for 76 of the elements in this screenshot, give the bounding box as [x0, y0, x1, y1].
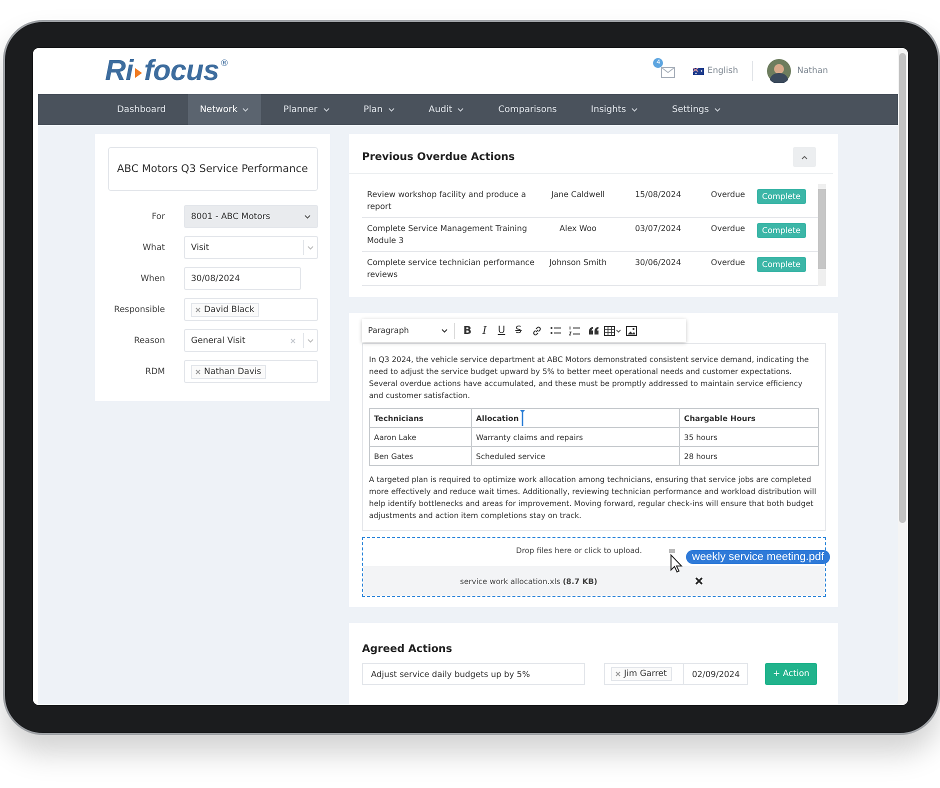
remove-icon[interactable]	[695, 577, 704, 585]
registered-mark: ®	[220, 58, 229, 69]
action-field[interactable]: Adjust service daily budgets up by 5%	[362, 663, 585, 685]
remove-icon	[615, 671, 621, 677]
tag-chip[interactable]: Nathan Davis	[191, 364, 266, 378]
table-cell-text: Johnson Smith	[548, 257, 608, 269]
date-field[interactable]: 02/09/2024	[684, 663, 748, 685]
table-cell-text: 15/08/2024	[634, 189, 682, 201]
scrollbar[interactable]	[818, 184, 826, 286]
select-field[interactable]: Visit	[184, 236, 318, 259]
dragged-file-label: weekly service meeting.pdf	[686, 550, 830, 564]
field-label: What	[142, 242, 165, 252]
logo-text: Ri	[105, 54, 133, 88]
numbered-list-icon[interactable]	[569, 326, 580, 336]
caret-icon	[307, 245, 314, 250]
table-cell-text: Complete service technician performance reviews	[367, 257, 536, 281]
italic-button[interactable]: I	[476, 324, 493, 337]
tag-field[interactable]: Nathan Davis	[184, 360, 318, 383]
table-cell-text: Overdue	[710, 223, 746, 235]
play-icon	[134, 67, 143, 80]
user-name[interactable]: Nathan	[797, 66, 828, 76]
nav-tab[interactable]: Comparisons	[486, 94, 569, 125]
field-label: RDM	[144, 366, 165, 376]
table-cell-text: Overdue	[710, 257, 746, 269]
select-field[interactable]: 8001 - ABC Motors	[184, 205, 318, 228]
scrollbar[interactable]	[898, 48, 908, 705]
strike-button[interactable]: S	[510, 325, 527, 336]
underline-button[interactable]: U	[493, 325, 510, 336]
select-field[interactable]: General Visit	[184, 329, 318, 352]
remove-icon	[290, 338, 296, 344]
date-field[interactable]: 30/08/2024	[184, 267, 301, 290]
card-title: Previous Overdue Actions	[362, 151, 515, 163]
link-icon[interactable]	[532, 326, 542, 336]
nav-tab[interactable]: Insights	[578, 94, 650, 125]
paragraph-dropdown[interactable]: Paragraph	[368, 326, 454, 335]
table-cell-text: 03/07/2024	[634, 223, 682, 235]
editor-area[interactable]	[362, 343, 826, 531]
nav-tab[interactable]: Planner	[271, 94, 342, 125]
tag-field[interactable]: David Black	[184, 298, 318, 321]
nav-tab[interactable]: Dashboard	[105, 94, 178, 125]
tag-chip[interactable]: David Black	[191, 302, 260, 316]
bold-button[interactable]: B	[459, 324, 476, 337]
language-link[interactable]: English	[707, 66, 738, 76]
cursor-drawing	[668, 549, 684, 575]
logo-text: focus	[144, 54, 219, 88]
caret-icon	[307, 338, 314, 343]
bullet-list-icon[interactable]	[550, 326, 561, 335]
table-cell-text: Overdue	[710, 189, 746, 201]
flag-icon	[693, 68, 704, 75]
table-cell-text: 30/06/2024	[634, 257, 682, 269]
tag-chip[interactable]: Jim Garret	[611, 667, 672, 681]
nav-tab[interactable]: Settings	[660, 94, 733, 125]
table-cell-text: Alex Woo	[558, 223, 598, 235]
assignee-field[interactable]: Jim Garret	[604, 663, 684, 685]
field-label: When	[140, 274, 165, 284]
nav-tab[interactable]: Network	[188, 94, 262, 125]
caret-icon	[441, 328, 448, 333]
title-field[interactable]: ABC Motors Q3 Service Performance	[108, 147, 318, 191]
remove-icon	[195, 306, 201, 312]
image-icon[interactable]	[626, 326, 637, 336]
field-label: Responsible	[113, 304, 165, 314]
nav-tab[interactable]: Plan	[352, 94, 407, 125]
field-label: For	[150, 212, 165, 222]
table-cell-text: Jane Caldwell	[550, 189, 606, 201]
text-cursor-icon	[520, 410, 525, 426]
table-icon[interactable]	[604, 326, 621, 336]
table-cell-text: Complete Service Management Training Module 3	[367, 223, 528, 247]
nav-tab[interactable]: Audit	[416, 94, 476, 125]
card-title: Agreed Actions	[362, 643, 454, 655]
caret-icon	[304, 214, 311, 219]
field-label: Reason	[133, 336, 165, 346]
remove-icon	[195, 368, 201, 374]
quote-icon[interactable]	[588, 326, 598, 334]
chevron-up-icon	[801, 154, 808, 160]
table-cell-text: Review workshop facility and produce a report	[367, 189, 527, 213]
avatar-icon[interactable]	[767, 59, 792, 84]
